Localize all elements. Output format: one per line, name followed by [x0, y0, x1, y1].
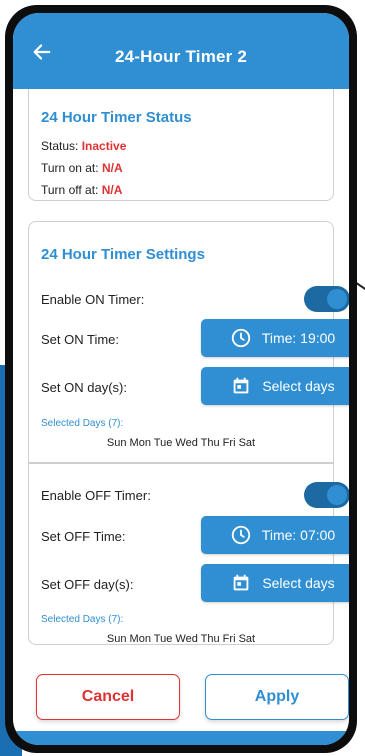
off-selected-days: Sun Mon Tue Wed Thu Fri Sat — [106, 633, 256, 645]
clock-icon — [231, 328, 250, 348]
page-title: 24-Hour Timer 2 — [114, 47, 248, 66]
cancel-button[interactable]: Cancel — [36, 674, 180, 720]
off-days-button[interactable]: Select days — [201, 564, 349, 602]
enable-off-label: Enable OFF Timer: — [41, 488, 151, 503]
enable-on-toggle[interactable] — [304, 286, 349, 312]
set-on-days-label: Set ON day(s): — [41, 380, 127, 395]
off-selected-days-label: Selected Days (7): — [41, 614, 124, 625]
set-on-time-label: Set ON Time: — [41, 332, 120, 347]
turn-on-row: Turn on at: N/A — [41, 161, 123, 175]
off-time-button[interactable]: Time: 07:00 — [201, 516, 349, 554]
turn-on-label: Turn on at: — [41, 161, 99, 175]
on-days-button-label: Select days — [262, 378, 335, 394]
turn-on-value: N/A — [101, 161, 123, 175]
on-time-button-label: Time: 19:00 — [261, 330, 336, 346]
turn-off-row: Turn off at: N/A — [41, 183, 122, 197]
on-selected-days: Sun Mon Tue Wed Thu Fri Sat — [106, 437, 256, 449]
enable-on-label: Enable ON Timer: — [41, 292, 145, 307]
calendar-icon — [233, 377, 249, 394]
set-off-time-label: Set OFF Time: — [41, 529, 126, 544]
phone-frame: 24-Hour Timer 2 24 Hour Timer Status Sta… — [5, 5, 357, 753]
status-card-title: 24 Hour Timer Status — [41, 109, 192, 126]
apply-button[interactable]: Apply — [205, 674, 349, 720]
app-bar: 24-Hour Timer 2 — [13, 13, 349, 89]
enable-off-toggle[interactable] — [304, 482, 349, 508]
turn-off-value: N/A — [101, 183, 123, 197]
status-row: Status: Inactive — [41, 139, 126, 153]
set-off-days-label: Set OFF day(s): — [41, 577, 134, 592]
off-days-button-label: Select days — [262, 575, 335, 591]
on-time-button[interactable]: Time: 19:00 — [201, 319, 349, 357]
status-value: Inactive — [81, 139, 127, 153]
off-time-button-label: Time: 07:00 — [261, 527, 336, 543]
app-screen: 24-Hour Timer 2 24 Hour Timer Status Sta… — [13, 13, 349, 745]
toggle-knob — [327, 289, 347, 309]
turn-off-label: Turn off at: — [41, 183, 99, 197]
status-label: Status: — [41, 139, 79, 153]
on-selected-days-label: Selected Days (7): — [41, 418, 124, 429]
section-divider — [29, 462, 333, 464]
settings-card-title: 24 Hour Timer Settings — [41, 246, 205, 263]
calendar-icon — [233, 574, 249, 591]
clock-icon — [231, 525, 250, 545]
settings-card: 24 Hour Timer Settings Enable ON Timer: … — [28, 221, 349, 645]
bottom-bar — [13, 731, 349, 745]
toggle-knob — [327, 485, 347, 505]
on-days-button[interactable]: Select days — [201, 367, 349, 405]
status-card: 24 Hour Timer Status Status: Inactive Tu… — [28, 89, 334, 201]
